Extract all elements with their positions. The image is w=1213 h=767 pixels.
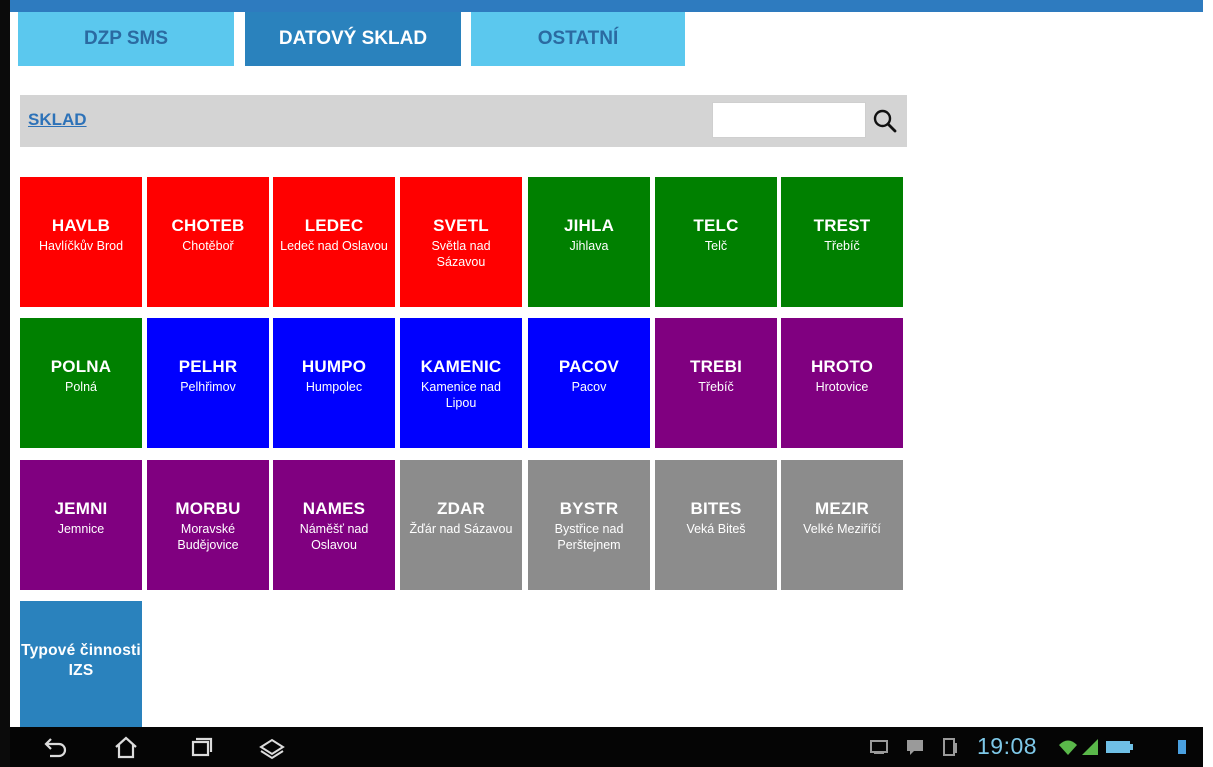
tile-code: BYSTR <box>559 499 619 518</box>
tab-datovy-sklad[interactable]: DATOVÝ SKLAD <box>245 12 461 66</box>
status-bar-edge <box>10 0 1203 12</box>
tile-name: Třebíč <box>824 239 860 253</box>
tile-code: BITES <box>690 499 742 518</box>
warehouse-tile-telc[interactable]: TELC Telč <box>655 177 777 307</box>
tile-code: POLNA <box>50 357 112 376</box>
tile-name: Chotěboř <box>182 239 234 253</box>
tile-name: Pelhřimov <box>180 380 236 394</box>
warehouse-tile-polna[interactable]: POLNA Polná <box>20 318 142 448</box>
tile-code: PACOV <box>558 357 620 376</box>
warehouse-tile-jemni[interactable]: JEMNI Jemnice <box>20 460 142 590</box>
message-icon <box>907 740 923 755</box>
warehouse-tile-mezir[interactable]: MEZIR Velké Meziříčí <box>781 460 903 590</box>
tile-name: Veká Biteš <box>686 522 746 536</box>
tile-code: CHOTEB <box>171 216 245 235</box>
device-frame-right <box>1203 0 1213 767</box>
warehouse-tile-hroto[interactable]: HROTO Hrotovice <box>781 318 903 448</box>
warehouse-tile-choteb[interactable]: CHOTEB Chotěboř <box>147 177 269 307</box>
warehouse-tile-jihla[interactable]: JIHLA Jihlava <box>528 177 650 307</box>
tile-name: Jihlava <box>569 239 609 253</box>
notification-indicator-icon <box>1178 740 1186 754</box>
screenshot-icon <box>870 740 888 754</box>
tile-name: Pacov <box>571 380 607 394</box>
tile-name: Třebíč <box>698 380 734 394</box>
tile-name: Bystřice nad Perštejnem <box>554 522 624 552</box>
tab-ostatni[interactable]: OSTATNÍ <box>471 12 685 66</box>
warehouse-tile-svetl[interactable]: SVETL Světla nad Sázavou <box>400 177 522 307</box>
warehouse-tile-ledec[interactable]: LEDEC Ledeč nad Oslavou <box>273 177 395 307</box>
tile-code: TREBI <box>690 357 742 376</box>
system-navigation-bar: 19:08 <box>10 727 1203 767</box>
search-input[interactable] <box>712 102 866 138</box>
tile-code: PELHR <box>178 357 238 376</box>
sklad-header-bar: SKLAD <box>20 95 907 147</box>
warehouse-tile-trebi[interactable]: TREBI Třebíč <box>655 318 777 448</box>
device-frame-left <box>0 0 10 767</box>
tile-code: HUMPO <box>301 357 367 376</box>
tile-name: Jemnice <box>57 522 105 536</box>
warehouse-tile-havlb[interactable]: HAVLB Havlíčkův Brod <box>20 177 142 307</box>
tile-name: Telč <box>704 239 728 253</box>
tile-name: Humpolec <box>305 380 363 394</box>
tile-code: MEZIR <box>815 499 869 518</box>
warehouse-tile-morbu[interactable]: MORBU Moravské Budějovice <box>147 460 269 590</box>
signal-icon <box>1082 739 1098 755</box>
warehouse-tile-zdar[interactable]: ZDAR Žďár nad Sázavou <box>400 460 522 590</box>
tile-name: Havlíčkův Brod <box>38 239 124 253</box>
clock: 19:08 <box>977 733 1038 759</box>
tile-code: TELC <box>693 216 739 235</box>
tile-code: TREST <box>813 216 871 235</box>
warehouse-tile-humpo[interactable]: HUMPO Humpolec <box>273 318 395 448</box>
battery-icon <box>1106 741 1133 753</box>
tile-name: Polná <box>65 380 97 394</box>
tile-name: Moravské Budějovice <box>177 522 239 552</box>
search-icon[interactable] <box>871 107 899 135</box>
tile-typove-cinnosti-izs[interactable]: Typové činnosti IZS <box>20 601 142 727</box>
tile-name: Kamenice nad Lipou <box>421 380 501 410</box>
tile-code: MORBU <box>175 499 241 518</box>
warehouse-tile-names[interactable]: NAMES Náměšť nad Oslavou <box>273 460 395 590</box>
warehouse-tile-bystr[interactable]: BYSTR Bystřice nad Perštejnem <box>528 460 650 590</box>
tile-code: JIHLA <box>563 216 615 235</box>
tile-name: Náměšť nad Oslavou <box>299 522 369 552</box>
tile-name: Žďár nad Sázavou <box>409 522 513 536</box>
tile-code: JEMNI <box>54 499 108 518</box>
back-icon[interactable] <box>38 733 70 761</box>
tile-code: KAMENIC <box>420 357 502 376</box>
tile-code: HAVLB <box>51 216 111 235</box>
warehouse-tile-bites[interactable]: BITES Veká Biteš <box>655 460 777 590</box>
tile-code: LEDEC <box>304 216 364 235</box>
tab-dzp-sms[interactable]: DZP SMS <box>18 12 234 66</box>
tile-code: NAMES <box>302 499 366 518</box>
recent-apps-icon[interactable] <box>184 733 216 761</box>
warehouse-tile-pacov[interactable]: PACOV Pacov <box>528 318 650 448</box>
warehouse-tile-kamenic[interactable]: KAMENIC Kamenice nad Lipou <box>400 318 522 448</box>
tile-code: ZDAR <box>436 499 485 518</box>
tile-name: Velké Meziříčí <box>803 522 881 536</box>
wifi-icon <box>1059 740 1077 755</box>
home-icon[interactable] <box>110 733 142 761</box>
sklad-title-link[interactable]: SKLAD <box>28 110 87 130</box>
tile-code: HROTO <box>810 357 874 376</box>
usb-icon <box>943 738 957 756</box>
tile-label: Typové činnosti IZS <box>21 642 141 679</box>
menu-icon[interactable] <box>256 733 288 761</box>
tile-name: Světla nad Sázavou <box>431 239 491 269</box>
tile-name: Ledeč nad Oslavou <box>280 239 388 253</box>
warehouse-tile-trest[interactable]: TREST Třebíč <box>781 177 903 307</box>
tile-name: Hrotovice <box>815 380 869 394</box>
tile-code: SVETL <box>433 216 489 235</box>
warehouse-tile-pelhr[interactable]: PELHR Pelhřimov <box>147 318 269 448</box>
